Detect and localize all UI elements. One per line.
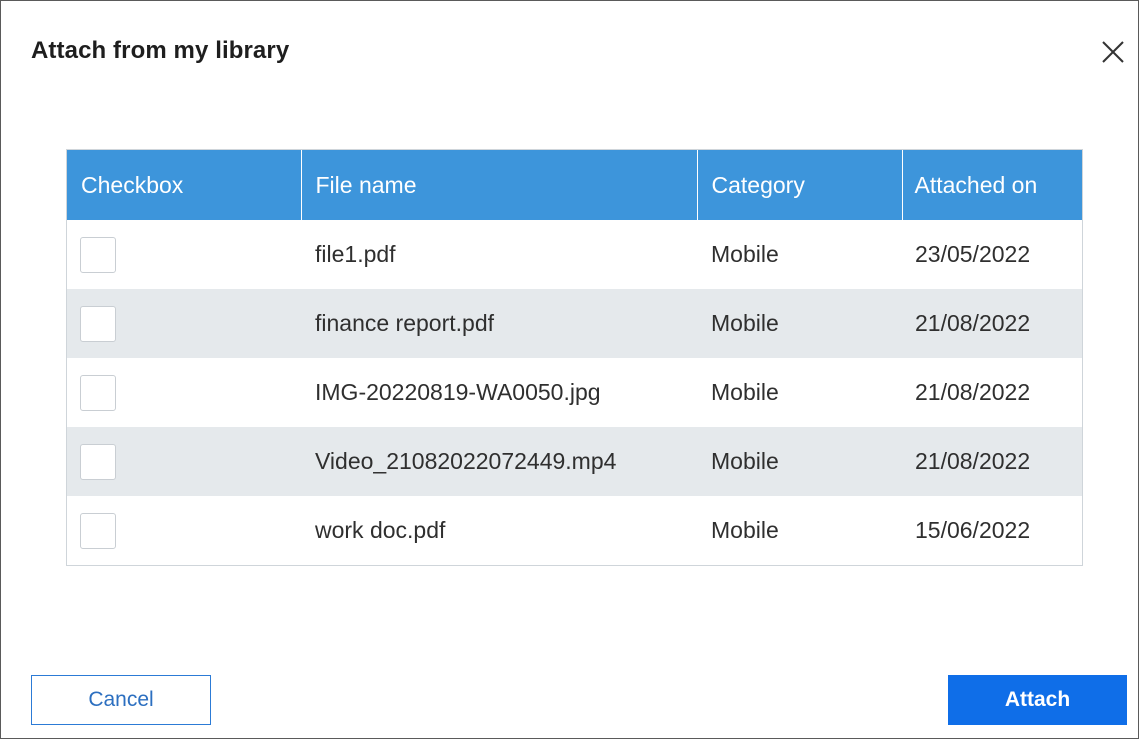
checkbox-cell <box>67 220 301 289</box>
checkbox-cell <box>67 289 301 358</box>
attached-on-cell: 23/05/2022 <box>915 241 1031 267</box>
dialog-title: Attach from my library <box>31 37 290 64</box>
file-name-cell: IMG-20220819-WA0050.jpg <box>315 379 601 405</box>
file-name-cell: file1.pdf <box>315 241 396 267</box>
attached-on-cell: 15/06/2022 <box>915 517 1031 543</box>
column-header-category[interactable]: Category <box>697 150 903 220</box>
cancel-button[interactable]: Cancel <box>31 675 211 725</box>
library-table: Checkbox File name Category Attached on … <box>66 149 1083 566</box>
category-cell: Mobile <box>711 517 779 543</box>
table-row: IMG-20220819-WA0050.jpg Mobile 21/08/202… <box>67 358 1082 427</box>
attached-on-cell: 21/08/2022 <box>902 289 1082 358</box>
checkbox-cell <box>67 496 301 565</box>
attach-dialog: Attach from my library Checkbox File nam… <box>0 0 1139 739</box>
table-row: work doc.pdf Mobile 15/06/2022 <box>67 496 1082 565</box>
file-name-cell: Video_21082022072449.mp4 <box>301 427 697 496</box>
row-checkbox[interactable] <box>80 305 116 342</box>
checkbox-cell <box>67 358 301 427</box>
attached-on-cell: 21/08/2022 <box>915 379 1031 405</box>
close-button[interactable] <box>1098 37 1128 67</box>
attached-on-cell: 21/08/2022 <box>902 427 1082 496</box>
row-checkbox[interactable] <box>80 512 116 549</box>
file-name-cell: work doc.pdf <box>315 517 446 543</box>
row-checkbox[interactable] <box>80 443 116 480</box>
category-cell: Mobile <box>711 241 779 267</box>
category-cell: Mobile <box>711 379 779 405</box>
table-row: Video_21082022072449.mp4 Mobile 21/08/20… <box>67 427 1082 496</box>
close-icon <box>1102 41 1124 63</box>
category-cell: Mobile <box>697 289 902 358</box>
file-name-cell: finance report.pdf <box>301 289 697 358</box>
attach-button[interactable]: Attach <box>948 675 1127 725</box>
row-checkbox[interactable] <box>80 374 116 411</box>
table-header-row: Checkbox File name Category Attached on <box>67 150 1082 220</box>
category-cell: Mobile <box>697 427 902 496</box>
checkbox-cell <box>67 427 301 496</box>
column-header-file-name[interactable]: File name <box>301 150 698 220</box>
column-header-checkbox: Checkbox <box>67 150 302 220</box>
row-checkbox[interactable] <box>80 236 116 273</box>
table-row: file1.pdf Mobile 23/05/2022 <box>67 220 1082 289</box>
table-row: finance report.pdf Mobile 21/08/2022 <box>67 289 1082 358</box>
column-header-attached-on[interactable]: Attached on <box>902 150 1082 220</box>
